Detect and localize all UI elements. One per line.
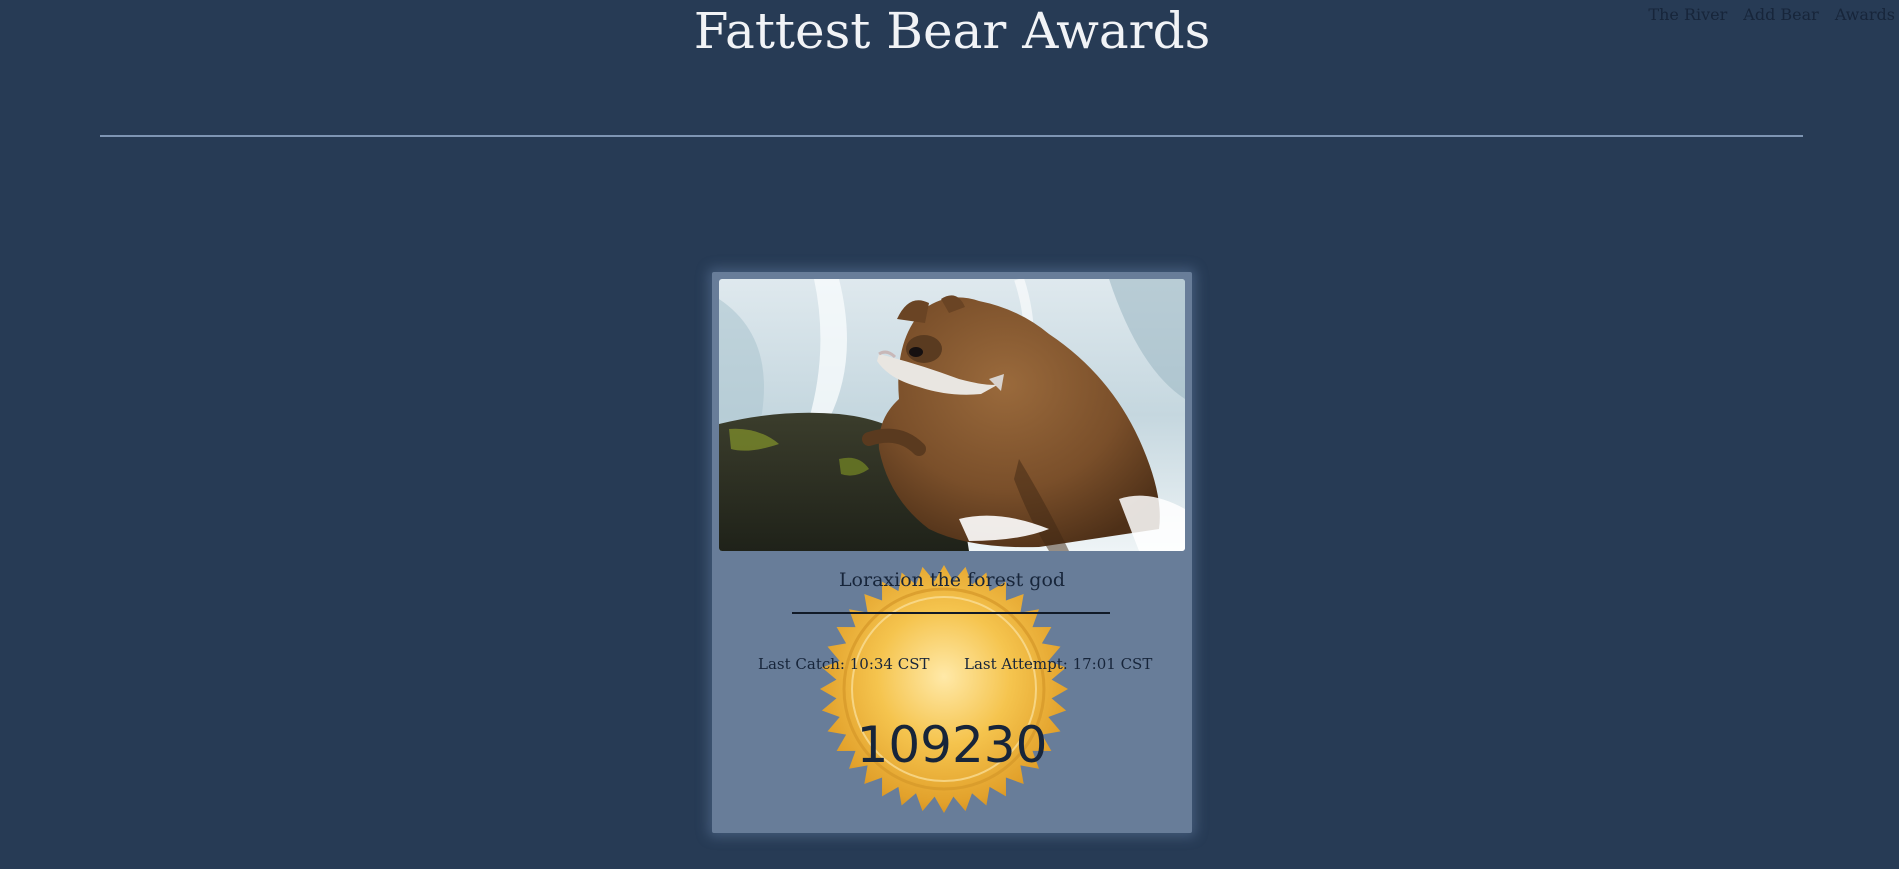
header-divider [100, 135, 1803, 137]
page-title: Fattest Bear Awards [693, 2, 1211, 60]
name-underline [792, 612, 1110, 614]
gold-award-seal-icon [820, 565, 1068, 813]
last-attempt-text: Last Attempt: 17:01 CST [964, 655, 1153, 673]
bear-name: Loraxion the forest god [838, 569, 1066, 591]
last-catch-text: Last Catch: 10:34 CST [758, 655, 930, 673]
award-score: 109230 [856, 716, 1048, 774]
bear-photo [719, 279, 1185, 551]
award-card: Loraxion the forest god Last Catch: 10:3… [712, 272, 1192, 833]
